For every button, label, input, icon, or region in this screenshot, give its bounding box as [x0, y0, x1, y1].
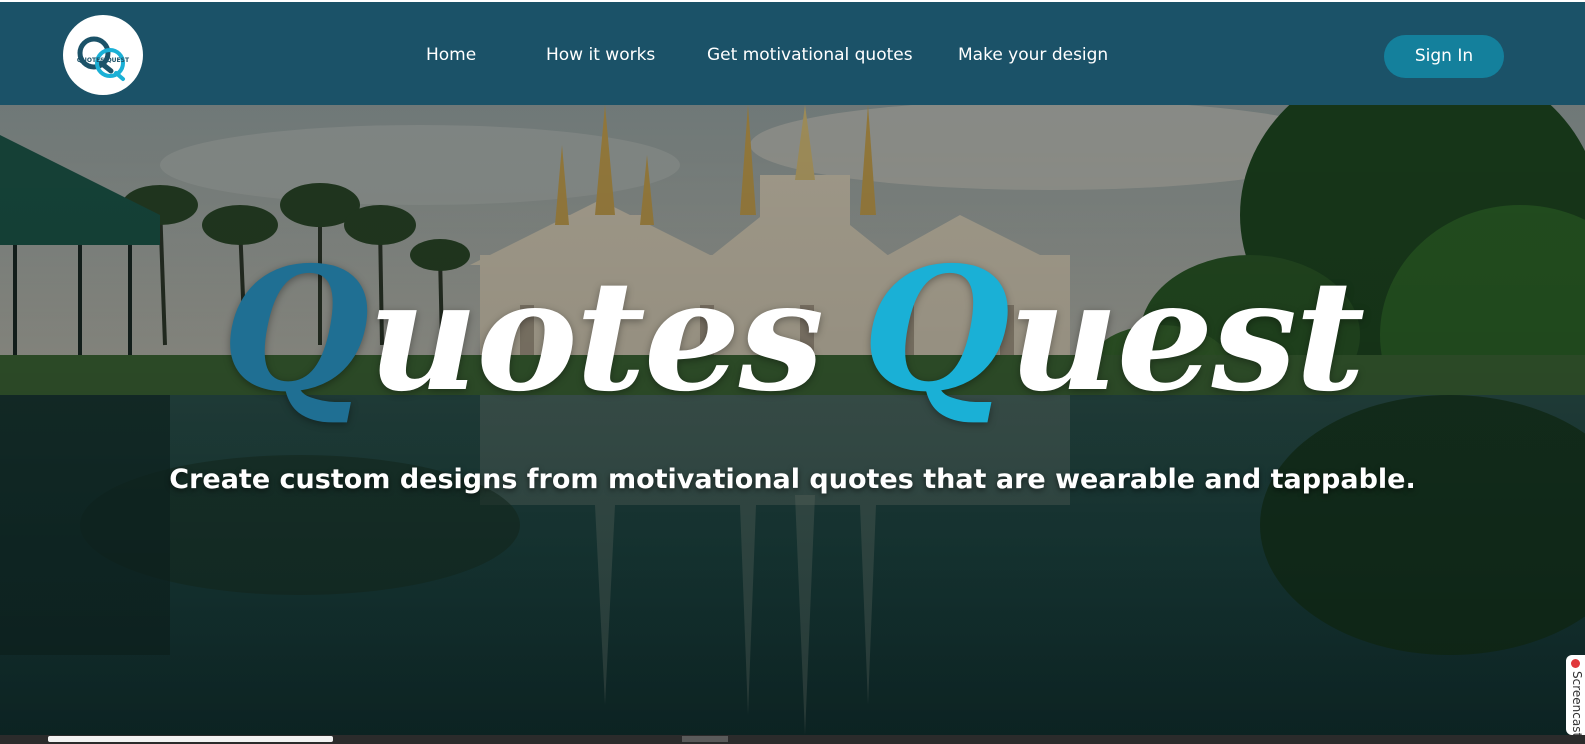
nav-home[interactable]: Home — [426, 44, 476, 66]
hero-title-q2: Q — [862, 230, 1010, 430]
hero-subtitle: Create custom designs from motivational … — [169, 464, 1416, 495]
hero-title-q1: Q — [221, 230, 370, 430]
hero-title-word2: uest — [1008, 246, 1365, 425]
record-dot-icon — [1571, 659, 1580, 668]
scrollbar-marker — [682, 736, 728, 742]
hero-title-word1: uotes — [367, 246, 824, 425]
scrollbar-thumb[interactable] — [48, 736, 333, 742]
horizontal-scrollbar[interactable] — [0, 735, 1585, 744]
sign-in-button[interactable]: Sign In — [1384, 35, 1504, 78]
nav-get-motivational-quotes[interactable]: Get motivational quotes — [707, 44, 913, 66]
navbar: QUOTES QUEST Home How it works Get motiv… — [0, 0, 1585, 105]
hero: Quotes Quest Create custom designs from m… — [0, 105, 1585, 735]
screencast-recorder-tab[interactable]: Screencast — [1566, 655, 1585, 735]
page: QUOTES QUEST Home How it works Get motiv… — [0, 0, 1585, 744]
hero-title: Quotes Quest — [0, 245, 1585, 421]
nav-how-it-works[interactable]: How it works — [546, 44, 655, 66]
nav-links: Home How it works Get motivational quote… — [0, 2, 1585, 107]
nav-make-your-design[interactable]: Make your design — [958, 44, 1108, 66]
recorder-label: Screencast — [1570, 671, 1584, 735]
